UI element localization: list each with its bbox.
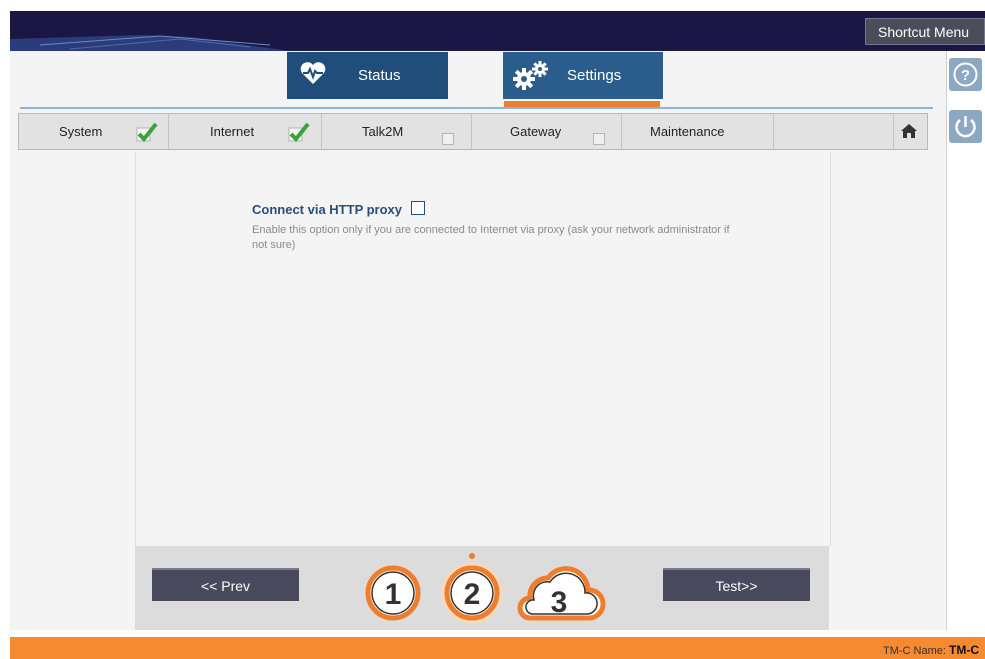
step-status-box (442, 133, 454, 145)
proxy-help-text: Enable this option only if you are conne… (252, 224, 730, 251)
step-2-indicator[interactable]: 2 (441, 553, 503, 624)
gears-icon (513, 61, 548, 90)
shortcut-menu-button[interactable]: Shortcut Menu (865, 18, 985, 45)
current-step-dot (469, 553, 475, 559)
step-3-number: 3 (551, 586, 568, 619)
device-name-label: TM-C Name: (882, 645, 946, 657)
help-icon: ? (953, 62, 978, 87)
step-maintenance[interactable]: Maintenance (650, 114, 724, 149)
tab-settings-label: Settings (567, 67, 622, 84)
step-1-indicator[interactable]: 1 (365, 565, 421, 621)
step-separator (621, 114, 622, 149)
wizard-step-bar: System Internet Talk2M Gateway Maintenan… (18, 113, 928, 150)
step-system[interactable]: System (59, 114, 102, 149)
device-name: TM-C Name: TM-C (883, 643, 979, 657)
power-icon (955, 116, 976, 138)
test-button[interactable]: Test>> (663, 568, 810, 601)
power-button[interactable] (949, 110, 982, 143)
content-panel (135, 152, 831, 546)
wizard-progress: 1 2 3 (365, 553, 606, 624)
checkmark-icon (288, 122, 310, 142)
checkmark-icon (136, 122, 158, 142)
footer-bar (10, 637, 985, 659)
tab-divider (20, 107, 933, 109)
help-button[interactable]: ? (949, 58, 982, 91)
device-name-value: TM-C (949, 643, 979, 657)
step-internet[interactable]: Internet (210, 114, 254, 149)
step-separator (168, 114, 169, 149)
prev-button[interactable]: << Prev (152, 568, 299, 601)
step-status-box (593, 133, 605, 145)
step-separator (893, 114, 894, 149)
tab-status[interactable]: Status (287, 52, 448, 99)
step-separator (321, 114, 322, 149)
tab-status-label: Status (358, 67, 401, 84)
step-talk2m[interactable]: Talk2M (362, 114, 403, 149)
step-gateway[interactable]: Gateway (510, 114, 561, 149)
step-2-number: 2 (464, 578, 481, 611)
frame-divider (946, 51, 947, 630)
heartbeat-icon (300, 62, 326, 84)
proxy-checkbox[interactable] (411, 201, 425, 215)
step-separator (773, 114, 774, 149)
svg-text:?: ? (961, 67, 970, 84)
home-icon[interactable] (901, 124, 917, 138)
top-banner: Shortcut Menu (10, 11, 985, 51)
banner-swoosh (10, 35, 290, 51)
step-3-indicator[interactable]: 3 (517, 566, 606, 621)
step-separator (471, 114, 472, 149)
tab-settings[interactable]: Settings (503, 52, 663, 99)
proxy-label: Connect via HTTP proxy (252, 202, 403, 217)
step-1-number: 1 (385, 578, 402, 611)
